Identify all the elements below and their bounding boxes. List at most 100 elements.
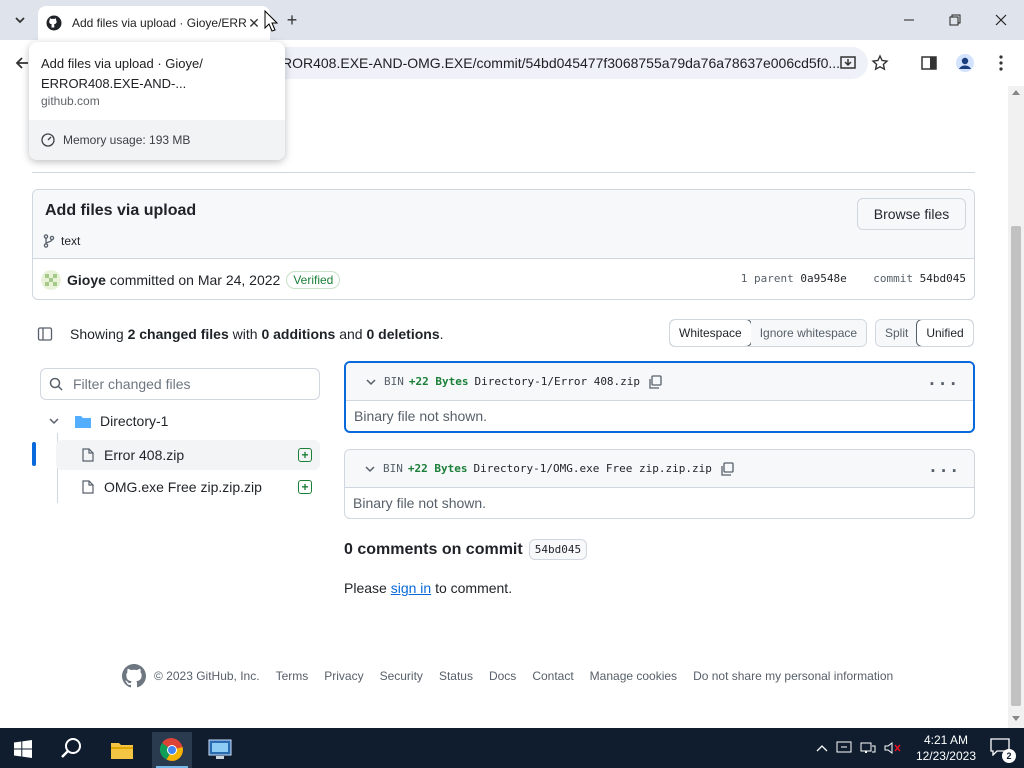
- ignore-whitespace-option[interactable]: Ignore whitespace: [750, 320, 867, 346]
- gauge-icon: [41, 133, 55, 147]
- commit-author[interactable]: Gioye: [67, 272, 106, 288]
- footer-link-manage-cookies[interactable]: Manage cookies: [590, 669, 677, 683]
- tab-hover-card: Add files via upload · Gioye/ ERROR408.E…: [29, 42, 285, 160]
- page-scrollbar[interactable]: [1008, 86, 1024, 728]
- clock[interactable]: 4:21 AM 12/23/2023: [916, 732, 976, 764]
- diff-body: Binary file not shown.: [353, 495, 487, 511]
- profile-button[interactable]: [954, 52, 976, 74]
- parent-label: 1 parent: [740, 272, 794, 285]
- filter-files-input[interactable]: [73, 376, 303, 392]
- diff-view-toggle: Split Unified: [875, 319, 974, 347]
- sign-in-link[interactable]: sign in: [391, 580, 431, 596]
- copy-icon[interactable]: [720, 461, 734, 476]
- hover-card-domain: github.com: [41, 94, 100, 108]
- whitespace-option[interactable]: Whitespace: [670, 320, 752, 346]
- diff-file-path[interactable]: Directory-1/Error 408.zip: [474, 375, 640, 388]
- diff-type: BIN: [384, 375, 404, 388]
- chevron-down-icon[interactable]: [366, 377, 376, 387]
- clock-date: 12/23/2023: [915, 749, 976, 763]
- network-icon[interactable]: [860, 741, 876, 755]
- comments-heading: 0 comments on commit 54bd045: [344, 539, 588, 560]
- github-logo-icon[interactable]: [122, 664, 146, 688]
- footer-link-terms[interactable]: Terms: [276, 669, 309, 683]
- commit-label: commit: [873, 272, 914, 285]
- system-tray: 4:21 AM 12/23/2023 2: [812, 728, 1024, 768]
- parent-sha-link[interactable]: 0a9548e: [800, 272, 846, 285]
- tree-directory[interactable]: Directory-1: [48, 413, 168, 429]
- avatar[interactable]: [41, 270, 61, 290]
- browser-tab[interactable]: Add files via upload · Gioye/ERR ✕: [38, 6, 270, 40]
- windows-start-icon[interactable]: [14, 740, 32, 758]
- file-explorer-app[interactable]: [102, 732, 142, 768]
- file-added-icon: +: [298, 448, 312, 462]
- diff-file-path[interactable]: Directory-1/OMG.exe Free zip.zip.zip: [473, 462, 711, 475]
- file-diff-header: BIN +22 Bytes Directory-1/Error 408.zip …: [346, 363, 973, 401]
- more-options-icon[interactable]: ···: [927, 374, 959, 393]
- scroll-up-icon[interactable]: [1012, 90, 1020, 95]
- notifications-button[interactable]: 2: [990, 737, 1016, 763]
- browse-files-button[interactable]: Browse files: [857, 198, 966, 230]
- split-option[interactable]: Split: [876, 320, 918, 346]
- page-content: Add files via upload Browse files text G…: [0, 86, 1008, 728]
- footer-link-status[interactable]: Status: [439, 669, 473, 683]
- side-panel-button[interactable]: [918, 52, 940, 74]
- copy-icon[interactable]: [648, 374, 662, 389]
- scrollbar-thumb[interactable]: [1011, 226, 1021, 706]
- bookmark-button[interactable]: [869, 52, 891, 74]
- browser-menu-button[interactable]: [990, 52, 1012, 74]
- diff-type: BIN: [383, 462, 403, 475]
- file-tree-toggle-icon[interactable]: [35, 326, 55, 342]
- footer-link-contact[interactable]: Contact: [532, 669, 573, 683]
- tab-search-button[interactable]: [8, 8, 32, 32]
- github-icon: [46, 15, 62, 31]
- tree-file-item[interactable]: Error 408.zip +: [56, 440, 320, 470]
- tree-file-item[interactable]: OMG.exe Free zip.zip.zip +: [56, 472, 320, 502]
- search-icon: [49, 377, 63, 391]
- tab-close-icon[interactable]: ✕: [246, 15, 262, 31]
- filter-files-field[interactable]: [40, 368, 320, 400]
- branch-name: text: [61, 234, 81, 248]
- chevron-down-icon[interactable]: [365, 464, 375, 474]
- footer-link-docs[interactable]: Docs: [489, 669, 516, 683]
- file-icon: [82, 480, 94, 494]
- url-text: ROR408.EXE-AND-OMG.EXE/commit/54bd045477…: [282, 55, 841, 71]
- app-tray-icon[interactable]: [836, 741, 852, 755]
- footer-link-do-not-share[interactable]: Do not share my personal information: [693, 669, 893, 683]
- pinned-app[interactable]: [200, 732, 240, 768]
- chevron-down-icon: [15, 17, 25, 24]
- chevron-up-icon[interactable]: [816, 744, 828, 752]
- more-options-icon[interactable]: ···: [928, 461, 960, 480]
- chevron-down-icon: [49, 418, 59, 425]
- arrow-left-icon: [15, 57, 28, 69]
- scroll-down-icon[interactable]: [1012, 716, 1020, 721]
- hover-card-title: Add files via upload · Gioye/ ERROR408.E…: [41, 56, 203, 91]
- install-app-button[interactable]: [837, 52, 859, 74]
- kebab-menu-icon: [999, 55, 1003, 71]
- footer: © 2023 GitHub, Inc. Terms Privacy Securi…: [122, 664, 909, 688]
- volume-muted-icon[interactable]: [884, 741, 902, 755]
- commit-meta: Gioye committed on Mar 24, 2022 Verified…: [33, 259, 974, 299]
- commit-sha-pill: 54bd045: [528, 539, 588, 560]
- file-icon: [82, 448, 94, 462]
- verified-badge[interactable]: Verified: [286, 271, 341, 289]
- diff-stats-bar: Showing 2 changed files with 0 additions…: [32, 319, 975, 349]
- folder-icon: [111, 743, 133, 759]
- footer-link-privacy[interactable]: Privacy: [324, 669, 363, 683]
- close-window-button[interactable]: [986, 8, 1016, 32]
- windows-taskbar: 4:21 AM 12/23/2023 2: [0, 728, 1024, 768]
- file-added-icon: +: [298, 480, 312, 494]
- minimize-button[interactable]: [894, 8, 924, 32]
- restore-button[interactable]: [940, 8, 970, 32]
- profile-icon: [956, 54, 974, 72]
- branch-label[interactable]: text: [43, 234, 80, 248]
- diff-body: Binary file not shown.: [354, 408, 488, 424]
- new-tab-button[interactable]: +: [282, 10, 302, 30]
- chrome-app[interactable]: [152, 732, 192, 768]
- unified-option[interactable]: Unified: [916, 320, 973, 346]
- directory-name: Directory-1: [100, 413, 169, 429]
- tab-title: Add files via upload · Gioye/ERR: [72, 16, 246, 30]
- close-icon: [995, 14, 1007, 26]
- search-icon[interactable]: [60, 736, 84, 760]
- footer-link-security[interactable]: Security: [380, 669, 423, 683]
- commit-sha: 54bd045: [919, 272, 966, 285]
